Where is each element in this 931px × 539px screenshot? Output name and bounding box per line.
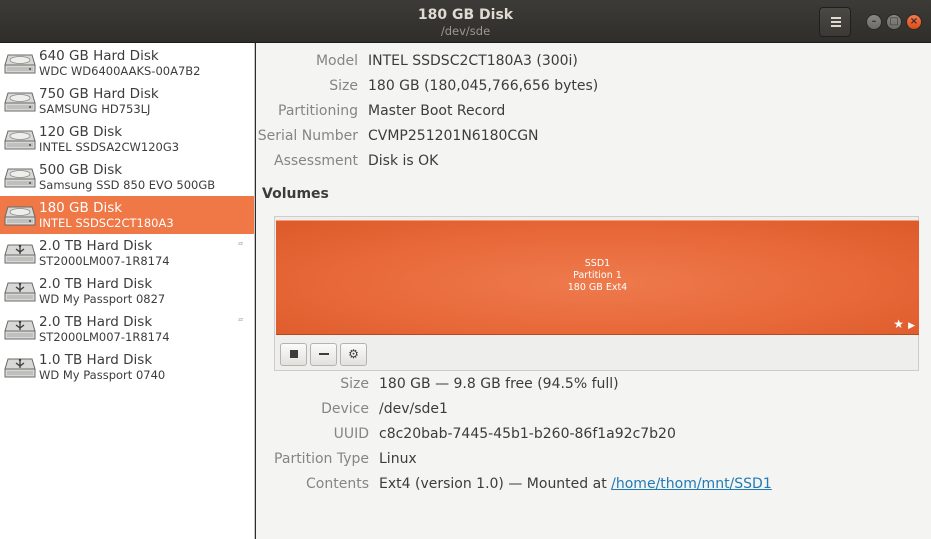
disk-list-item[interactable]: 640 GB Hard Disk WDC WD6400AAKS-00A7B2 bbox=[0, 44, 254, 82]
disk-list-item[interactable]: 2.0 TB Hard Disk ST2000LM007-1R8174 ᶻᶻ bbox=[0, 310, 254, 348]
disk-model: WDC WD6400AAKS-00A7B2 bbox=[39, 64, 201, 78]
usb-disk-icon bbox=[4, 241, 36, 267]
disk-name: 750 GB Hard Disk bbox=[39, 86, 159, 102]
partition-type-value: Linux bbox=[379, 451, 417, 467]
drive-panel: Model INTEL SSDSC2CT180A3 (300i) Size 18… bbox=[256, 43, 931, 539]
sleep-icon: ᶻᶻ bbox=[238, 317, 244, 327]
disk-name: 1.0 TB Hard Disk bbox=[39, 352, 153, 368]
partitioning-label: Partitioning bbox=[278, 103, 358, 119]
partition-options-button[interactable]: ⚙ bbox=[340, 343, 367, 366]
disk-name: 640 GB Hard Disk bbox=[39, 48, 159, 64]
size-value: 180 GB (180,045,766,656 bytes) bbox=[368, 78, 599, 94]
contents-label: Contents bbox=[306, 476, 369, 492]
usb-disk-icon bbox=[4, 279, 36, 305]
model-label: Model bbox=[315, 53, 358, 69]
uuid-value: c8c20bab-7445-45b1-b260-86f1a92c7b20 bbox=[379, 426, 676, 442]
disk-model: INTEL SSDSA2CW120G3 bbox=[39, 140, 180, 154]
disk-name: 2.0 TB Hard Disk bbox=[39, 314, 153, 330]
hamburger-icon bbox=[831, 17, 841, 19]
minimize-button[interactable]: – bbox=[866, 14, 882, 30]
disk-list-item[interactable]: 180 GB Disk INTEL SSDSC2CT180A3 bbox=[0, 196, 254, 234]
partition-size-type: 180 GB Ext4 bbox=[567, 282, 628, 293]
usb-disk-icon bbox=[4, 355, 36, 381]
disk-name: 500 GB Disk bbox=[39, 162, 123, 178]
disk-name: 2.0 TB Hard Disk bbox=[39, 276, 153, 292]
serial-number-value: CVMP251201N6180CGN bbox=[368, 128, 539, 144]
minus-icon bbox=[318, 352, 329, 355]
device-value: /dev/sde1 bbox=[379, 401, 448, 417]
disk-model: SAMSUNG HD753LJ bbox=[39, 102, 151, 116]
disk-model: Samsung SSD 850 EVO 500GB bbox=[39, 178, 216, 192]
partition-number: Partition 1 bbox=[573, 270, 622, 281]
title-bar: 180 GB Disk /dev/sde – □ × bbox=[0, 0, 931, 43]
disk-model: WD My Passport 0740 bbox=[39, 368, 166, 382]
volume-size-label: Size bbox=[340, 376, 369, 392]
contents-value: Ext4 (version 1.0) — Mounted at /home/th… bbox=[379, 474, 772, 494]
window-title: 180 GB Disk bbox=[417, 7, 514, 23]
volumes-heading: Volumes bbox=[262, 186, 329, 202]
sleep-icon: ᶻᶻ bbox=[238, 241, 244, 251]
disk-model: ST2000LM007-1R8174 bbox=[39, 254, 170, 268]
uuid-label: UUID bbox=[333, 426, 369, 442]
maximize-button[interactable]: □ bbox=[886, 14, 902, 30]
menu-button[interactable] bbox=[819, 7, 851, 37]
unmount-button[interactable] bbox=[280, 343, 307, 366]
size-label: Size bbox=[329, 78, 358, 94]
disk-list-item[interactable]: 750 GB Hard Disk SAMSUNG HD753LJ bbox=[0, 82, 254, 120]
stop-icon bbox=[289, 349, 298, 358]
model-value: INTEL SSDSC2CT180A3 (300i) bbox=[368, 53, 578, 69]
partition-block[interactable]: SSD1 Partition 1 180 GB Ext4 ★ ▶ bbox=[276, 220, 919, 335]
device-label: Device bbox=[321, 401, 369, 417]
hard-disk-icon bbox=[4, 89, 36, 115]
serial-number-label: Serial Number bbox=[257, 128, 358, 144]
assessment-value: Disk is OK bbox=[368, 153, 439, 169]
star-icon: ★ bbox=[893, 317, 904, 331]
disk-model: WD My Passport 0827 bbox=[39, 292, 166, 306]
disk-list: 640 GB Hard Disk WDC WD6400AAKS-00A7B2 750… bbox=[0, 43, 255, 539]
delete-partition-button[interactable] bbox=[310, 343, 337, 366]
close-button[interactable]: × bbox=[906, 14, 922, 30]
window-subtitle: /dev/sde bbox=[440, 24, 491, 38]
disk-list-item[interactable]: 1.0 TB Hard Disk WD My Passport 0740 bbox=[0, 348, 254, 386]
disk-list-item[interactable]: 500 GB Disk Samsung SSD 850 EVO 500GB bbox=[0, 158, 254, 196]
hard-disk-icon bbox=[4, 165, 36, 191]
mount-point-link[interactable]: /home/thom/mnt/SSD1 bbox=[611, 476, 772, 492]
hard-disk-icon bbox=[4, 127, 36, 153]
usb-disk-icon bbox=[4, 317, 36, 343]
disk-name: 120 GB Disk bbox=[39, 124, 123, 140]
disk-list-item[interactable]: 2.0 TB Hard Disk WD My Passport 0827 bbox=[0, 272, 254, 310]
partitioning-value: Master Boot Record bbox=[368, 103, 506, 119]
disk-name: 2.0 TB Hard Disk bbox=[39, 238, 153, 254]
disk-model: INTEL SSDSC2CT180A3 bbox=[39, 216, 174, 230]
partition-label: SSD1 bbox=[584, 258, 611, 269]
disk-name: 180 GB Disk bbox=[39, 200, 123, 216]
assessment-label: Assessment bbox=[274, 153, 358, 169]
disk-list-item[interactable]: 120 GB Disk INTEL SSDSA2CW120G3 bbox=[0, 120, 254, 158]
volume-size-value: 180 GB — 9.8 GB free (94.5% full) bbox=[379, 376, 619, 392]
hard-disk-icon bbox=[4, 51, 36, 77]
play-icon: ▶ bbox=[908, 321, 915, 331]
partition-type-label: Partition Type bbox=[274, 451, 369, 467]
contents-text: Ext4 (version 1.0) — Mounted at bbox=[379, 476, 612, 492]
volume-map: SSD1 Partition 1 180 GB Ext4 ★ ▶ ⚙ bbox=[274, 216, 919, 371]
gears-icon: ⚙ bbox=[348, 347, 359, 361]
disk-list-item[interactable]: 2.0 TB Hard Disk ST2000LM007-1R8174 ᶻᶻ bbox=[0, 234, 254, 272]
hard-disk-icon bbox=[4, 203, 36, 229]
disk-model: ST2000LM007-1R8174 bbox=[39, 330, 170, 344]
